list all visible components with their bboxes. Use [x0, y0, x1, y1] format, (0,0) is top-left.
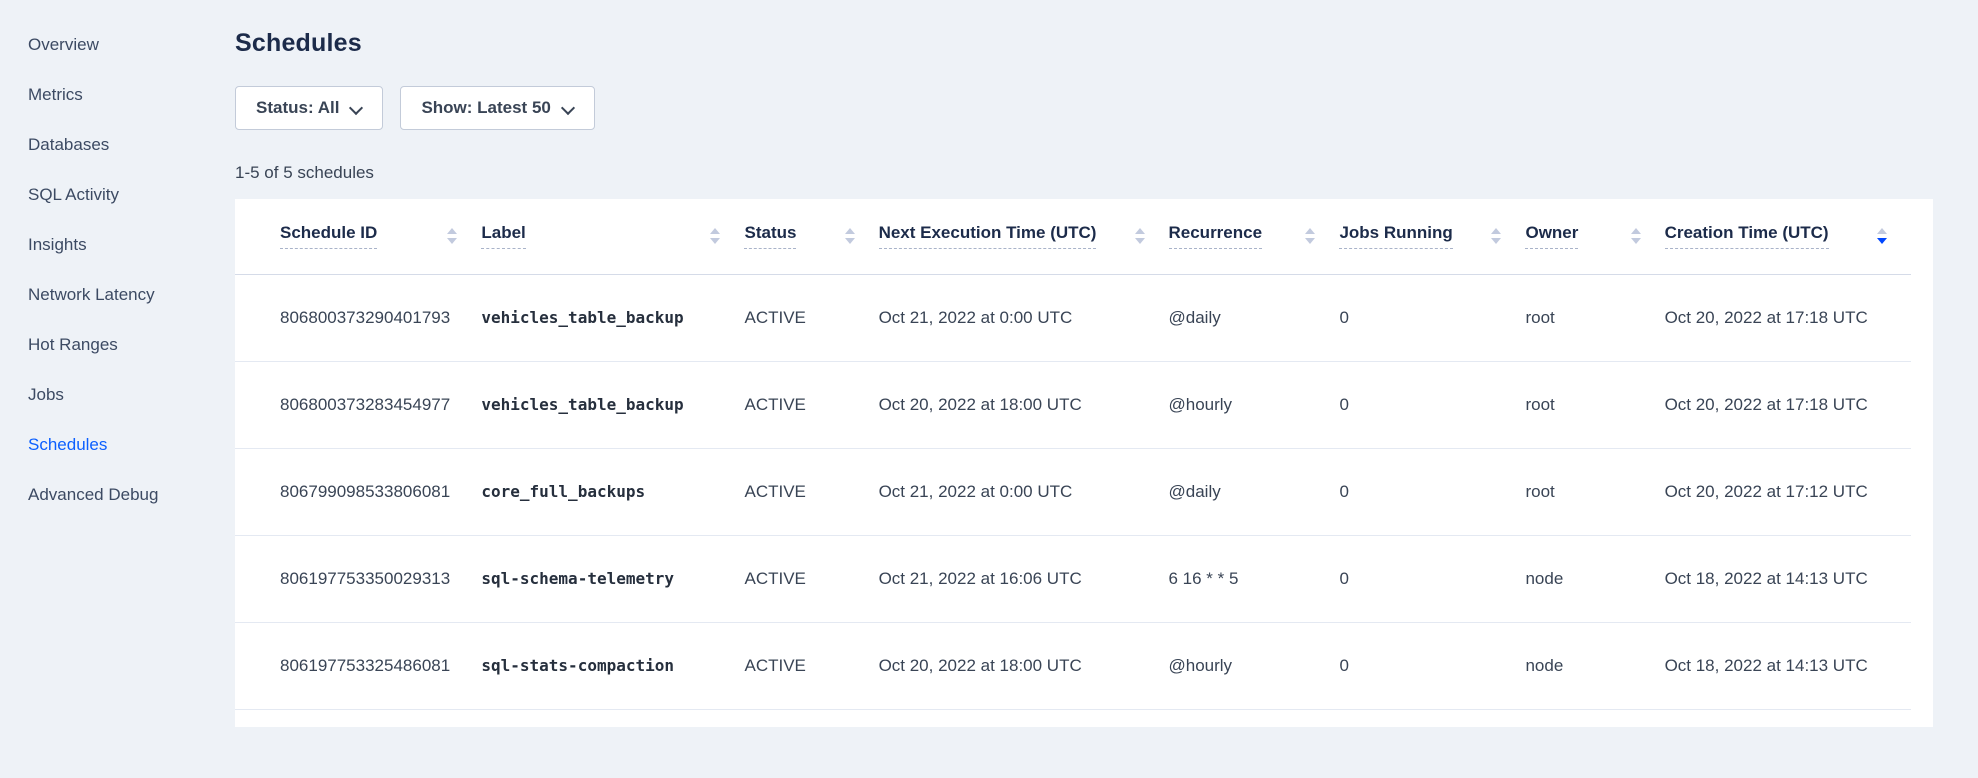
next-execution-cell: Oct 20, 2022 at 18:00 UTC	[879, 361, 1169, 448]
owner-cell: root	[1525, 448, 1664, 535]
owner-cell: root	[1525, 274, 1664, 361]
sidebar-item-sql-activity[interactable]: SQL Activity	[28, 170, 235, 220]
page-title: Schedules	[235, 28, 1933, 58]
chevron-down-icon	[563, 100, 574, 111]
sidebar-item-databases[interactable]: Databases	[28, 120, 235, 170]
sidebar-item-hot-ranges[interactable]: Hot Ranges	[28, 320, 235, 370]
table-header-row: Schedule ID Label Status Next Execution …	[235, 199, 1911, 274]
recurrence-cell: 6 16 * * 5	[1169, 535, 1340, 622]
column-header-creation-time[interactable]: Creation Time (UTC)	[1665, 199, 1911, 274]
creation-time-cell: Oct 20, 2022 at 17:12 UTC	[1665, 448, 1911, 535]
column-label: Next Execution Time (UTC)	[879, 223, 1097, 249]
column-label: Recurrence	[1169, 223, 1263, 249]
schedule-id-cell[interactable]: 806197753350029313	[235, 535, 481, 622]
sort-arrows-icon	[1491, 228, 1501, 244]
recurrence-cell: @daily	[1169, 448, 1340, 535]
filter-bar: Status: All Show: Latest 50	[235, 86, 1933, 130]
owner-cell: root	[1525, 361, 1664, 448]
owner-cell: node	[1525, 622, 1664, 709]
jobs-running-cell: 0	[1339, 448, 1525, 535]
creation-time-cell: Oct 20, 2022 at 17:18 UTC	[1665, 361, 1911, 448]
jobs-running-cell: 0	[1339, 361, 1525, 448]
sort-arrows-icon	[447, 228, 457, 244]
sidebar-item-jobs[interactable]: Jobs	[28, 370, 235, 420]
sidebar-item-overview[interactable]: Overview	[28, 20, 235, 70]
column-label: Schedule ID	[280, 223, 377, 249]
show-filter-label: Show: Latest 50	[421, 98, 550, 118]
status-cell: ACTIVE	[744, 448, 878, 535]
table-row: 806197753325486081 sql-stats-compaction …	[235, 622, 1911, 709]
jobs-running-cell: 0	[1339, 622, 1525, 709]
creation-time-cell: Oct 18, 2022 at 14:13 UTC	[1665, 622, 1911, 709]
schedule-label-cell: sql-schema-telemetry	[481, 535, 744, 622]
sort-arrows-icon	[1877, 228, 1887, 244]
column-header-schedule-id[interactable]: Schedule ID	[235, 199, 481, 274]
next-execution-cell: Oct 21, 2022 at 16:06 UTC	[879, 535, 1169, 622]
sidebar-item-insights[interactable]: Insights	[28, 220, 235, 270]
column-label: Owner	[1525, 223, 1578, 249]
creation-time-cell: Oct 18, 2022 at 14:13 UTC	[1665, 535, 1911, 622]
sort-arrows-icon	[1135, 228, 1145, 244]
creation-time-cell: Oct 20, 2022 at 17:18 UTC	[1665, 274, 1911, 361]
schedules-table: Schedule ID Label Status Next Execution …	[235, 199, 1911, 710]
table-row: 806799098533806081 core_full_backups ACT…	[235, 448, 1911, 535]
results-count: 1-5 of 5 schedules	[235, 163, 1933, 183]
sidebar-item-schedules[interactable]: Schedules	[28, 420, 235, 470]
show-filter-dropdown[interactable]: Show: Latest 50	[400, 86, 594, 130]
status-cell: ACTIVE	[744, 535, 878, 622]
sidebar: Overview Metrics Databases SQL Activity …	[0, 0, 235, 520]
schedule-id-cell[interactable]: 806799098533806081	[235, 448, 481, 535]
recurrence-cell: @hourly	[1169, 622, 1340, 709]
schedule-label-cell: core_full_backups	[481, 448, 744, 535]
schedule-label-cell: vehicles_table_backup	[481, 274, 744, 361]
column-label: Status	[744, 223, 796, 249]
sort-arrows-icon	[710, 228, 720, 244]
status-filter-dropdown[interactable]: Status: All	[235, 86, 383, 130]
sidebar-item-advanced-debug[interactable]: Advanced Debug	[28, 470, 235, 520]
table-row: 806800373290401793 vehicles_table_backup…	[235, 274, 1911, 361]
main-content: Schedules Status: All Show: Latest 50 1-…	[235, 0, 1933, 727]
column-header-next-execution-time[interactable]: Next Execution Time (UTC)	[879, 199, 1169, 274]
status-filter-label: Status: All	[256, 98, 339, 118]
owner-cell: node	[1525, 535, 1664, 622]
column-header-owner[interactable]: Owner	[1525, 199, 1664, 274]
next-execution-cell: Oct 21, 2022 at 0:00 UTC	[879, 274, 1169, 361]
recurrence-cell: @hourly	[1169, 361, 1340, 448]
status-cell: ACTIVE	[744, 274, 878, 361]
column-header-recurrence[interactable]: Recurrence	[1169, 199, 1340, 274]
schedule-label-cell: sql-stats-compaction	[481, 622, 744, 709]
column-header-jobs-running[interactable]: Jobs Running	[1339, 199, 1525, 274]
sort-arrows-icon	[845, 228, 855, 244]
schedule-id-cell[interactable]: 806197753325486081	[235, 622, 481, 709]
sort-arrows-icon	[1631, 228, 1641, 244]
table-row: 806800373283454977 vehicles_table_backup…	[235, 361, 1911, 448]
status-cell: ACTIVE	[744, 361, 878, 448]
column-label: Creation Time (UTC)	[1665, 223, 1829, 249]
sidebar-item-network-latency[interactable]: Network Latency	[28, 270, 235, 320]
sort-arrows-icon	[1305, 228, 1315, 244]
column-label: Jobs Running	[1339, 223, 1452, 249]
jobs-running-cell: 0	[1339, 274, 1525, 361]
chevron-down-icon	[351, 100, 362, 111]
jobs-running-cell: 0	[1339, 535, 1525, 622]
column-header-label[interactable]: Label	[481, 199, 744, 274]
schedule-id-cell[interactable]: 806800373283454977	[235, 361, 481, 448]
status-cell: ACTIVE	[744, 622, 878, 709]
schedules-table-card: Schedule ID Label Status Next Execution …	[235, 199, 1933, 727]
schedule-id-cell[interactable]: 806800373290401793	[235, 274, 481, 361]
next-execution-cell: Oct 20, 2022 at 18:00 UTC	[879, 622, 1169, 709]
table-row: 806197753350029313 sql-schema-telemetry …	[235, 535, 1911, 622]
sidebar-item-metrics[interactable]: Metrics	[28, 70, 235, 120]
recurrence-cell: @daily	[1169, 274, 1340, 361]
column-label: Label	[481, 223, 525, 249]
column-header-status[interactable]: Status	[744, 199, 878, 274]
next-execution-cell: Oct 21, 2022 at 0:00 UTC	[879, 448, 1169, 535]
schedule-label-cell: vehicles_table_backup	[481, 361, 744, 448]
